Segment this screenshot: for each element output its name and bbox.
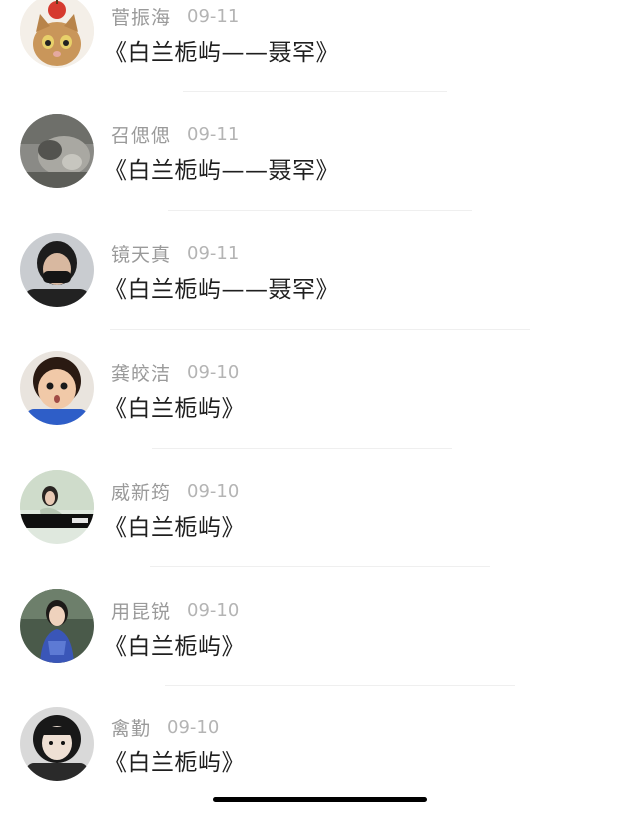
commenter-name[interactable]: 用昆锐 — [111, 597, 171, 624]
commenter-name[interactable]: 镜天真 — [111, 240, 171, 267]
comment-title[interactable]: 《白兰栀屿——聂罕》 — [104, 33, 339, 67]
divider — [165, 685, 515, 686]
comment-title[interactable]: 《白兰栀屿——聂罕》 — [104, 270, 339, 304]
comment-meta: 菅振海 09-11 — [111, 3, 239, 29]
comment-title[interactable]: 《白兰栀屿》 — [104, 508, 245, 542]
commenter-name[interactable]: 龚皎洁 — [111, 359, 171, 386]
comment-title[interactable]: 《白兰栀屿——聂罕》 — [104, 151, 339, 185]
list-item[interactable]: 镜天真 09-11 《白兰栀屿——聂罕》 — [0, 233, 640, 355]
commenter-name[interactable]: 禽勤 — [111, 714, 151, 741]
divider — [152, 448, 452, 449]
comment-title[interactable]: 《白兰栀屿》 — [104, 627, 245, 661]
grey-animal-avatar-icon — [20, 114, 94, 188]
list-item[interactable]: 菅振海 09-11 《白兰栀屿——聂罕》 — [0, 0, 640, 118]
commenter-name[interactable]: 威新筠 — [111, 478, 171, 505]
comment-date: 09-11 — [187, 242, 240, 264]
comment-meta: 召偲偲 09-11 — [111, 121, 239, 147]
comment-meta: 镜天真 09-11 — [111, 240, 239, 266]
comment-date: 09-10 — [187, 361, 240, 383]
avatar[interactable] — [20, 351, 94, 425]
surprised-child-avatar-icon — [20, 351, 94, 425]
avatar[interactable] — [20, 0, 94, 68]
masked-man-avatar-icon — [20, 233, 94, 307]
comment-meta: 禽勤 09-10 — [111, 714, 219, 740]
comment-meta: 用昆锐 09-10 — [111, 597, 239, 623]
comment-meta: 龚皎洁 09-10 — [111, 359, 239, 385]
woman-photo-avatar-icon — [20, 470, 94, 544]
divider — [168, 210, 472, 211]
list-item[interactable]: 龚皎洁 09-10 《白兰栀屿》 — [0, 351, 640, 474]
comment-meta: 威新筠 09-10 — [111, 478, 239, 504]
divider — [150, 566, 490, 567]
cat-avatar-icon — [20, 0, 94, 68]
comment-date: 09-10 — [187, 599, 240, 621]
avatar[interactable] — [20, 233, 94, 307]
home-indicator[interactable] — [213, 797, 427, 802]
avatar[interactable] — [20, 114, 94, 188]
list-item[interactable]: 禽勤 09-10 《白兰栀屿》 — [0, 707, 640, 831]
dark-hair-woman-avatar-icon — [20, 707, 94, 781]
avatar[interactable] — [20, 589, 94, 663]
list-item[interactable]: 召偲偲 09-11 《白兰栀屿——聂罕》 — [0, 114, 640, 236]
avatar[interactable] — [20, 470, 94, 544]
list-item[interactable]: 用昆锐 09-10 《白兰栀屿》 — [0, 589, 640, 712]
comment-title[interactable]: 《白兰栀屿》 — [104, 743, 245, 777]
comment-date: 09-10 — [167, 716, 220, 738]
comment-date: 09-10 — [187, 480, 240, 502]
list-item[interactable]: 威新筠 09-10 《白兰栀屿》 — [0, 470, 640, 593]
avatar[interactable] — [20, 707, 94, 781]
divider — [110, 329, 530, 330]
commenter-name[interactable]: 菅振海 — [111, 3, 171, 30]
divider — [183, 91, 447, 92]
comment-title[interactable]: 《白兰栀屿》 — [104, 389, 245, 423]
woman-blue-dress-avatar-icon — [20, 589, 94, 663]
commenter-name[interactable]: 召偲偲 — [111, 121, 171, 148]
comment-date: 09-11 — [187, 5, 240, 27]
comment-date: 09-11 — [187, 123, 240, 145]
